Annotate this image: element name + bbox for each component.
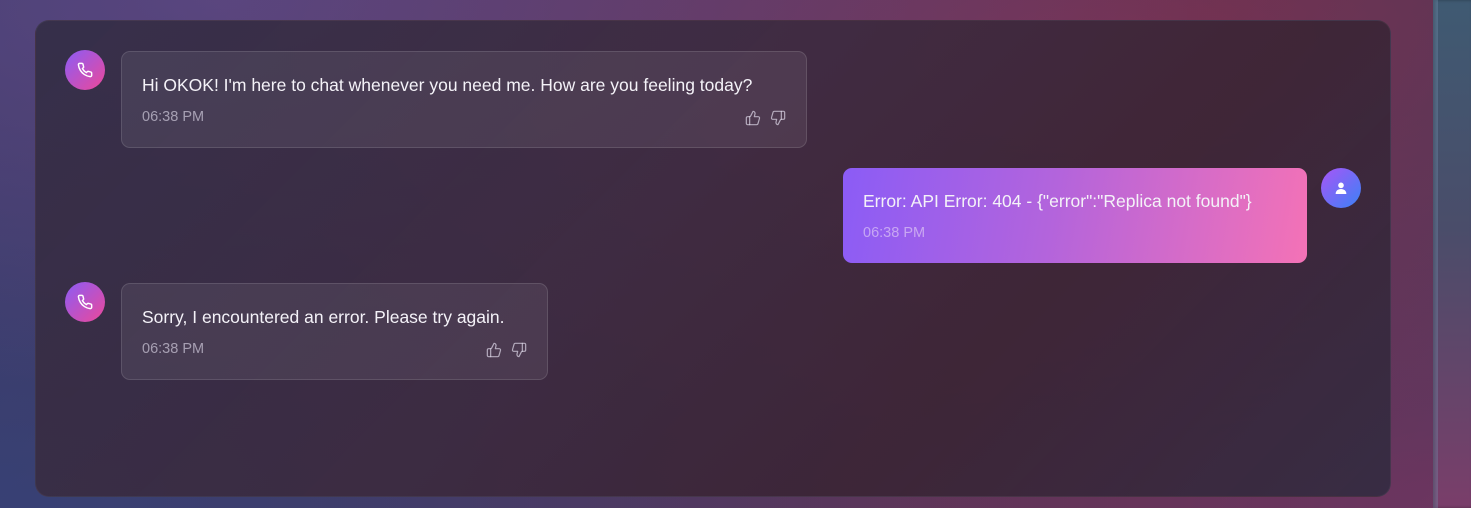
message-feedback — [486, 342, 527, 358]
bot-avatar — [65, 50, 105, 90]
user-avatar — [1321, 168, 1361, 208]
thumbs-up-icon[interactable] — [486, 342, 502, 358]
phone-icon — [77, 294, 93, 310]
chat-panel: Hi OKOK! I'm here to chat whenever you n… — [35, 20, 1391, 497]
bot-message: Hi OKOK! I'm here to chat whenever you n… — [121, 51, 807, 148]
message-timestamp: 06:38 PM — [863, 225, 926, 241]
message-timestamp: 06:38 PM — [142, 109, 205, 125]
message-text: Error: API Error: 404 - {"error":"Replic… — [863, 191, 1252, 211]
user-icon — [1333, 180, 1349, 196]
phone-icon — [77, 62, 93, 78]
bot-message: Sorry, I encountered an error. Please tr… — [121, 283, 548, 380]
user-message: Error: API Error: 404 - {"error":"Replic… — [843, 168, 1307, 263]
thumbs-down-icon[interactable] — [511, 342, 527, 358]
bot-avatar — [65, 282, 105, 322]
scrollbar-strip — [1433, 0, 1471, 508]
message-timestamp: 06:38 PM — [142, 341, 205, 357]
message-feedback — [745, 110, 786, 126]
thumbs-down-icon[interactable] — [770, 110, 786, 126]
message-text: Hi OKOK! I'm here to chat whenever you n… — [142, 75, 753, 95]
thumbs-up-icon[interactable] — [745, 110, 761, 126]
message-text: Sorry, I encountered an error. Please tr… — [142, 307, 505, 327]
